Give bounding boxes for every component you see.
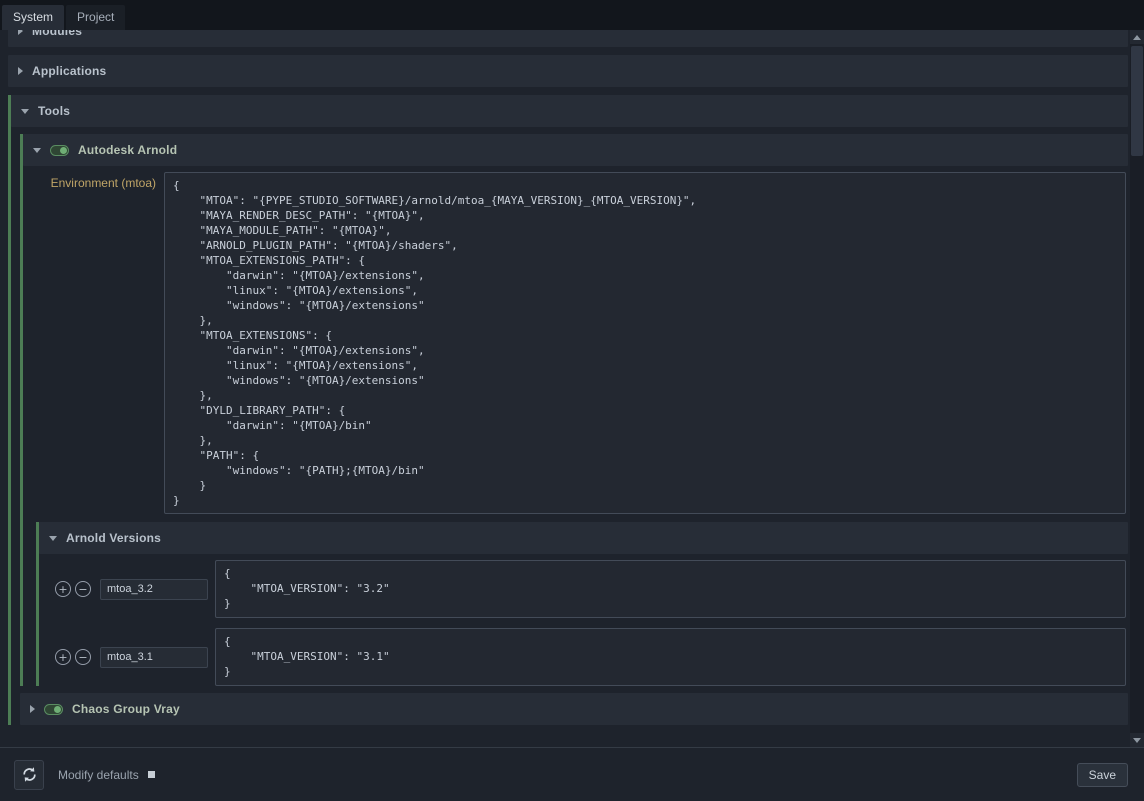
- footer-bar: Modify defaults Save: [0, 747, 1144, 801]
- version-row-mtoa-3-2: + − { "MTOA_VERSION": "3.2" }: [39, 560, 1128, 618]
- arnold-versions-body: + − { "MTOA_VERSION": "3.2" } + −: [39, 554, 1128, 686]
- environment-label: Environment (mtoa): [36, 172, 164, 190]
- scroll-up-button[interactable]: [1130, 30, 1144, 44]
- refresh-button[interactable]: [14, 760, 44, 790]
- autodesk-arnold-body: Environment (mtoa) { "MTOA": "{PYPE_STUD…: [23, 166, 1128, 686]
- section-label-arnold-versions: Arnold Versions: [66, 531, 161, 545]
- version-key-input[interactable]: [100, 579, 208, 600]
- modify-defaults-label: Modify defaults: [58, 768, 139, 782]
- chevron-down-icon: [33, 148, 41, 153]
- tab-system[interactable]: System: [2, 5, 64, 30]
- add-item-button[interactable]: +: [55, 581, 71, 597]
- scroll-up-icon: [1133, 35, 1141, 40]
- section-label-tools: Tools: [38, 104, 70, 118]
- section-label-modules: Modules: [32, 30, 82, 38]
- section-label-applications: Applications: [32, 64, 106, 78]
- scroll-down-icon: [1133, 738, 1141, 743]
- chevron-down-icon: [21, 109, 29, 114]
- section-label-autodesk-arnold: Autodesk Arnold: [78, 143, 177, 157]
- vray-enabled-toggle[interactable]: [44, 704, 63, 715]
- environment-json-textarea[interactable]: { "MTOA": "{PYPE_STUDIO_SOFTWARE}/arnold…: [164, 172, 1126, 514]
- tab-project[interactable]: Project: [66, 5, 125, 30]
- version-key-input[interactable]: [100, 647, 208, 668]
- chevron-right-icon: [30, 705, 35, 713]
- chevron-right-icon: [18, 30, 23, 35]
- section-header-arnold-versions[interactable]: Arnold Versions: [39, 522, 1128, 554]
- section-autodesk-arnold-group: Autodesk Arnold Environment (mtoa) { "MT…: [20, 134, 1128, 686]
- settings-window: System Project Modules Applications: [0, 0, 1144, 801]
- section-header-chaos-group-vray[interactable]: Chaos Group Vray: [20, 693, 1128, 725]
- section-header-tools[interactable]: Tools: [11, 95, 1128, 127]
- save-button[interactable]: Save: [1077, 763, 1128, 787]
- remove-item-button[interactable]: −: [75, 649, 91, 665]
- remove-item-button[interactable]: −: [75, 581, 91, 597]
- arnold-enabled-toggle[interactable]: [50, 145, 69, 156]
- settings-content-area: Modules Applications Tools: [0, 30, 1144, 747]
- settings-scroll-inner: Modules Applications Tools: [8, 30, 1130, 725]
- tab-bar: System Project: [0, 0, 1144, 30]
- tools-section-body: Autodesk Arnold Environment (mtoa) { "MT…: [11, 127, 1128, 725]
- section-label-chaos-group-vray: Chaos Group Vray: [72, 702, 180, 716]
- chevron-down-icon: [49, 536, 57, 541]
- refresh-icon: [21, 766, 38, 783]
- version-row-mtoa-3-1: + − { "MTOA_VERSION": "3.1" }: [39, 628, 1128, 686]
- section-header-autodesk-arnold[interactable]: Autodesk Arnold: [23, 134, 1128, 166]
- modify-defaults-indicator[interactable]: [148, 771, 155, 778]
- chevron-right-icon: [18, 67, 23, 75]
- section-arnold-versions-group: Arnold Versions + − { "MTOA_VERSION": "3…: [36, 522, 1128, 686]
- settings-scroll-area: Modules Applications Tools: [0, 30, 1130, 747]
- section-tools-group: Tools Autodesk Arnold: [8, 95, 1128, 725]
- section-header-applications[interactable]: Applications: [8, 55, 1128, 87]
- add-item-button[interactable]: +: [55, 649, 71, 665]
- scrollbar-track[interactable]: [1130, 44, 1144, 733]
- scroll-down-button[interactable]: [1130, 733, 1144, 747]
- environment-field-row: Environment (mtoa) { "MTOA": "{PYPE_STUD…: [36, 172, 1128, 514]
- version-json-textarea[interactable]: { "MTOA_VERSION": "3.2" }: [215, 560, 1126, 618]
- vertical-scrollbar[interactable]: [1130, 30, 1144, 747]
- section-header-modules[interactable]: Modules: [8, 30, 1128, 47]
- scrollbar-thumb[interactable]: [1131, 46, 1143, 156]
- version-json-textarea[interactable]: { "MTOA_VERSION": "3.1" }: [215, 628, 1126, 686]
